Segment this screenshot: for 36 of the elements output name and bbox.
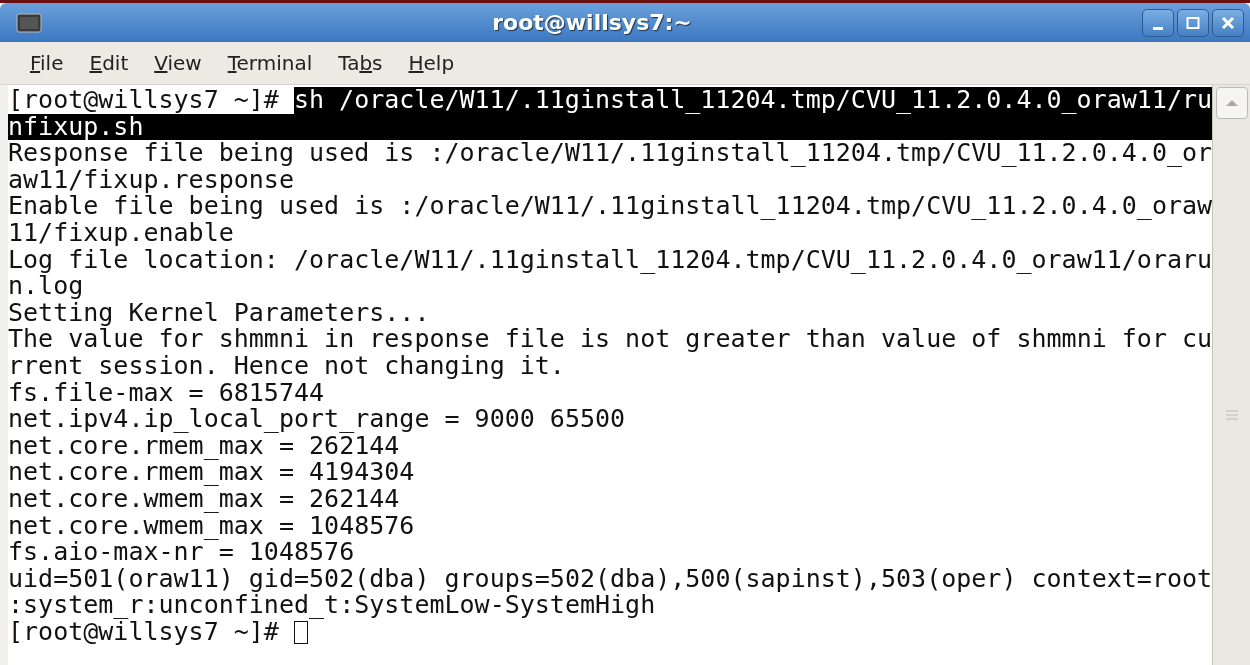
terminal-line: net.core.wmem_max = 262144 (8, 485, 400, 513)
shell-prompt: [root@willsys7 ~]# (8, 87, 280, 114)
terminal-line: 11/fixup.enable (8, 219, 234, 247)
minimize-icon (1153, 27, 1163, 30)
terminal-line: Enable file being used is :/oracle/W11/.11ginstall_11204.tmp/CVU_11.2.0.4.0_oraw (8, 193, 1213, 220)
terminal-line: fs.aio-max-nr = 1048576 (8, 539, 355, 566)
terminal-line: :system_r:unconfined_t:SystemLow-SystemHigh (8, 592, 656, 619)
close-button[interactable] (1212, 8, 1244, 37)
terminal-line: aw11/fixup.response (8, 166, 294, 194)
maximize-button[interactable] (1177, 8, 1209, 37)
menu-item[interactable]: Help (408, 51, 455, 75)
terminal-line: Setting Kernel Parameters... (8, 299, 430, 327)
terminal-icon (16, 12, 42, 33)
window-title: root@willsys7:~ (491, 10, 693, 35)
menu-item[interactable]: Terminal (227, 51, 313, 75)
menu-item[interactable]: Edit (89, 51, 129, 75)
grip-icon (1224, 410, 1239, 420)
terminal-line: fs.file-max = 6815744 (8, 379, 325, 407)
terminal-line: Log file location: /oracle/W11/.11ginstall_11204.tmp/CVU_11.2.0.4.0_oraw11/oraru (8, 246, 1213, 274)
shell-prompt: [root@willsys7 ~]# (8, 618, 279, 646)
terminal-line: net.ipv4.ip_local_port_range = 9000 65500 (8, 406, 626, 433)
scrollbar[interactable] (1212, 85, 1250, 665)
terminal-line: rrent session. Hence not changing it. (8, 352, 565, 380)
terminal-line: n.log (8, 273, 84, 300)
minimize-button[interactable] (1142, 8, 1174, 37)
close-icon (1220, 14, 1236, 31)
terminal-line: net.core.rmem_max = 4194304 (8, 459, 415, 486)
terminal-line: uid=501(oraw11) gid=502(dba) groups=502(dba),500(sapinst),503(oper) context=root (8, 565, 1213, 593)
menu-item[interactable]: View (154, 51, 202, 75)
menu-item[interactable]: Tabs (338, 51, 383, 75)
terminal-line: The value for shmmni in response file is not greater than value of shmmni for cu (8, 326, 1213, 353)
menu-item[interactable]: File (30, 51, 64, 75)
terminal-line: net.core.rmem_max = 262144 (8, 432, 400, 460)
terminal-line: net.core.wmem_max = 1048576 (8, 512, 415, 540)
maximize-icon (1185, 14, 1201, 31)
terminal-line: Response file being used is :/oracle/W11/.11ginstall_11204.tmp/CVU_11.2.0.4.0_or (8, 140, 1213, 167)
